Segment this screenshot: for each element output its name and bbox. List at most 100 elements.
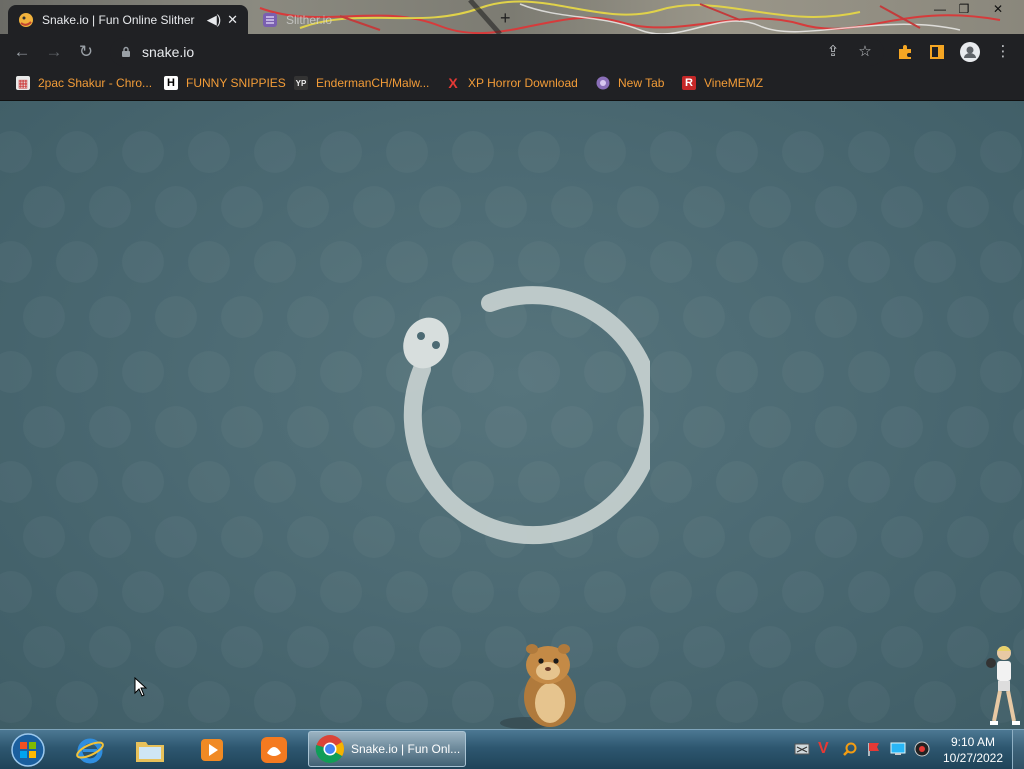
- background-hexagon: [452, 681, 494, 723]
- system-clock[interactable]: 9:10 AM 10/27/2022: [938, 734, 1008, 766]
- flag-tray-icon[interactable]: [866, 741, 882, 757]
- antivirus-v-icon[interactable]: V: [818, 741, 834, 757]
- share-icon[interactable]: ⇪: [824, 43, 842, 61]
- slither-favicon-icon: [263, 12, 277, 27]
- background-hexagon: [947, 186, 989, 228]
- background-hexagon: [683, 296, 725, 338]
- taskbar-media-player[interactable]: [186, 732, 238, 768]
- background-hexagon: [848, 351, 890, 393]
- background-hexagon: [914, 461, 956, 503]
- extensions-puzzle-icon[interactable]: [896, 43, 914, 61]
- background-hexagon: [485, 186, 527, 228]
- taskbar-internet-explorer[interactable]: [64, 732, 116, 768]
- volume-tray-icon[interactable]: [914, 741, 930, 757]
- background-hexagon: [320, 681, 362, 723]
- background-hexagon: [716, 571, 758, 613]
- internet-explorer-icon: [76, 738, 104, 764]
- background-hexagon: [947, 406, 989, 448]
- background-hexagon: [650, 351, 692, 393]
- globe-icon: [596, 76, 610, 90]
- background-hexagon: [716, 351, 758, 393]
- bookmark-label: EndermanCH/Malw...: [316, 76, 430, 90]
- clock-time: 9:10 AM: [950, 735, 996, 749]
- tab-close-button[interactable]: ✕: [227, 12, 238, 28]
- profile-avatar-icon[interactable]: [960, 42, 980, 62]
- uc-browser-icon: [261, 737, 287, 763]
- background-hexagon: [221, 406, 263, 448]
- bookmark-item[interactable]: New Tab: [596, 76, 664, 90]
- mouse-cursor-icon: [134, 677, 148, 697]
- background-hexagon: [287, 406, 329, 448]
- background-hexagon: [56, 681, 98, 723]
- background-hexagon: [386, 681, 428, 723]
- background-hexagon: [221, 516, 263, 558]
- browser-toolbar: ← → ↻ snake.io ⇪ ☆ ⋮: [0, 34, 1024, 70]
- maximize-button[interactable]: ❐: [952, 2, 976, 16]
- game-canvas[interactable]: [0, 101, 1024, 729]
- new-tab-button[interactable]: +: [500, 8, 511, 29]
- background-hexagon: [914, 351, 956, 393]
- background-hexagon: [881, 406, 923, 448]
- background-hexagon: [287, 186, 329, 228]
- bookmark-item[interactable]: X XP Horror Download: [446, 75, 578, 91]
- background-hexagon: [353, 186, 395, 228]
- address-bar[interactable]: snake.io: [110, 38, 884, 66]
- search-tray-icon[interactable]: [842, 741, 858, 757]
- taskbar-uc-browser[interactable]: [248, 732, 300, 768]
- background-hexagon: [89, 186, 131, 228]
- background-hexagon: [452, 241, 494, 283]
- background-hexagon: [749, 626, 791, 668]
- background-hexagon: [848, 461, 890, 503]
- background-hexagon: [848, 241, 890, 283]
- background-hexagon: [89, 296, 131, 338]
- background-hexagon: [980, 571, 1022, 613]
- start-button[interactable]: [2, 732, 54, 768]
- network-tray-icon[interactable]: [794, 741, 810, 757]
- background-hexagon: [320, 571, 362, 613]
- tab-slither-io[interactable]: Slither.io: [252, 5, 472, 34]
- background-hexagon: [188, 461, 230, 503]
- background-hexagon: [23, 406, 65, 448]
- background-hexagon: [419, 626, 461, 668]
- background-hexagon: [23, 186, 65, 228]
- show-desktop-button[interactable]: [1012, 730, 1024, 769]
- forward-arrow-icon[interactable]: →: [44, 42, 64, 62]
- background-hexagon: [914, 131, 956, 173]
- background-hexagon: [221, 186, 263, 228]
- monitor-tray-icon[interactable]: [890, 741, 906, 757]
- bookmark-item[interactable]: R VineMEMZ: [682, 76, 763, 90]
- speaker-icon[interactable]: ◀): [207, 12, 221, 28]
- lock-icon: [122, 46, 130, 57]
- side-panel-icon[interactable]: [928, 43, 946, 61]
- bookmark-label: FUNNY SNIPPIES: [186, 76, 286, 90]
- yp-logo-icon: YP: [294, 76, 308, 90]
- chrome-icon: [315, 735, 344, 763]
- background-hexagon: [254, 351, 296, 393]
- bookmark-star-icon[interactable]: ☆: [856, 43, 874, 61]
- window-close-button[interactable]: ✕: [986, 2, 1010, 16]
- background-hexagon: [122, 241, 164, 283]
- reload-icon[interactable]: ↻: [76, 42, 96, 62]
- background-hexagon: [0, 681, 32, 723]
- background-hexagon: [716, 131, 758, 173]
- menu-kebab-icon[interactable]: ⋮: [994, 43, 1012, 61]
- background-hexagon: [782, 241, 824, 283]
- background-hexagon: [980, 241, 1022, 283]
- tab-snake-io[interactable]: Snake.io | Fun Online Slither ◀) ✕: [8, 5, 248, 34]
- background-hexagon: [980, 351, 1022, 393]
- minimize-button[interactable]: —: [928, 2, 952, 16]
- bookmark-item[interactable]: H FUNNY SNIPPIES: [164, 76, 286, 90]
- background-hexagon: [0, 351, 32, 393]
- taskbar-chrome-window[interactable]: Snake.io | Fun Onl...: [308, 731, 466, 767]
- bookmark-item[interactable]: YP EndermanCH/Malw...: [294, 76, 429, 90]
- background-hexagon: [353, 626, 395, 668]
- snake-loading-icon: [403, 286, 650, 545]
- back-arrow-icon[interactable]: ←: [12, 42, 32, 62]
- bookmark-item[interactable]: ▦ 2pac Shakur - Chro...: [16, 76, 152, 90]
- taskbar-file-explorer[interactable]: [124, 732, 176, 768]
- background-hexagon: [419, 186, 461, 228]
- background-hexagon: [1013, 516, 1024, 558]
- background-hexagon: [782, 571, 824, 613]
- background-hexagon: [848, 681, 890, 723]
- background-hexagon: [782, 461, 824, 503]
